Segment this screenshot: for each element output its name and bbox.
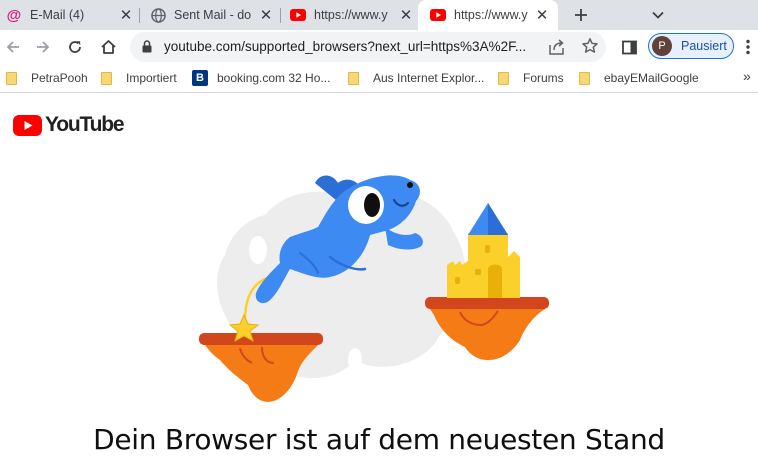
star-icon[interactable] xyxy=(581,37,599,60)
youtube-wordmark: YouTube xyxy=(45,113,125,136)
share-icon[interactable] xyxy=(548,38,566,61)
bookmark-label: booking.com 32 Ho... xyxy=(217,71,331,85)
folder-icon xyxy=(101,71,112,85)
folder-icon xyxy=(348,71,359,85)
url-text[interactable]: youtube.com/supported_browsers?next_url=… xyxy=(164,39,542,54)
close-icon[interactable]: ✕ xyxy=(398,7,414,24)
tab-separator xyxy=(139,8,140,23)
tab-title: https://www.y xyxy=(314,8,388,22)
tab-youtube-1[interactable]: https://www.y ✕ xyxy=(290,0,414,30)
cloud-highlight xyxy=(249,236,267,264)
castle-roof-shade xyxy=(488,203,508,235)
bookmark-label: Forums xyxy=(523,71,564,85)
tab-title: Sent Mail - do xyxy=(174,8,252,22)
booking-icon: B xyxy=(192,70,208,86)
svg-text:@: @ xyxy=(7,7,22,23)
profile-button[interactable]: P Pausiert xyxy=(648,33,734,59)
youtube-icon xyxy=(430,7,446,23)
side-panel-button[interactable] xyxy=(617,35,641,59)
bookmark-label: ebayEMailGoogle xyxy=(604,71,699,85)
new-tab-button[interactable] xyxy=(570,4,592,26)
chevron-double-right-icon[interactable]: » xyxy=(743,68,751,84)
right-island-top xyxy=(425,297,549,309)
chevron-down-icon xyxy=(652,11,664,19)
arrow-left-icon xyxy=(6,41,19,53)
left-island-top xyxy=(199,333,323,345)
arrow-right-icon xyxy=(37,41,50,53)
tab-title: https://www.y xyxy=(454,8,528,22)
close-icon[interactable]: ✕ xyxy=(118,7,134,24)
home-icon xyxy=(100,40,116,54)
forward-button[interactable] xyxy=(31,35,55,59)
bookmark-label: Importiert xyxy=(126,71,177,85)
youtube-icon xyxy=(290,7,306,23)
tab-email[interactable]: @ E-Mail (4) ✕ xyxy=(6,0,134,30)
lock-icon[interactable] xyxy=(142,40,152,58)
tab-strip: @ E-Mail (4) ✕ Sent Mail - do ✕ https://… xyxy=(0,0,758,30)
bookmark-label: PetraPooh xyxy=(31,71,88,85)
globe-icon xyxy=(150,7,166,23)
avatar: P xyxy=(652,36,672,56)
profile-status-label: Pausiert xyxy=(681,39,727,53)
folder-icon xyxy=(6,71,17,85)
home-button[interactable] xyxy=(96,35,120,59)
folder-icon xyxy=(579,71,590,85)
bookmark-petrapooh[interactable]: PetraPooh xyxy=(6,70,88,86)
more-vert-icon xyxy=(746,39,750,55)
reload-icon xyxy=(69,41,81,53)
close-icon[interactable]: ✕ xyxy=(534,7,550,24)
tab-search-button[interactable] xyxy=(647,4,669,26)
cloud-highlight xyxy=(348,348,362,372)
address-bar[interactable]: youtube.com/supported_browsers?next_url=… xyxy=(130,32,606,62)
bookmark-importiert[interactable]: Importiert xyxy=(101,70,177,86)
bookmark-ebay[interactable]: ebayEMailGoogle xyxy=(579,70,699,86)
reload-button[interactable] xyxy=(63,35,87,59)
bookmark-booking[interactable]: B booking.com 32 Ho... xyxy=(192,70,330,86)
page-headline: Dein Browser ist auf dem neuesten Stand xyxy=(93,423,665,456)
tab-separator xyxy=(280,8,281,23)
side-panel-icon xyxy=(621,40,637,54)
bookmark-internet-explorer[interactable]: Aus Internet Explor... xyxy=(348,70,484,86)
bookmarks-bar: PetraPooh Importiert B booking.com 32 Ho… xyxy=(0,64,758,93)
close-icon[interactable]: ✕ xyxy=(258,7,274,24)
bookmark-label: Aus Internet Explor... xyxy=(373,71,485,85)
youtube-play-icon xyxy=(13,114,42,136)
tab-youtube-active[interactable]: https://www.y ✕ xyxy=(418,0,558,30)
back-button[interactable] xyxy=(1,35,25,59)
supported-browser-illustration xyxy=(199,175,549,402)
tab-sent-mail[interactable]: Sent Mail - do ✕ xyxy=(150,0,274,30)
toolbar: youtube.com/supported_browsers?next_url=… xyxy=(0,30,758,64)
bookmark-forums[interactable]: Forums xyxy=(498,70,564,86)
tab-title: E-Mail (4) xyxy=(30,8,85,22)
at-sign-icon: @ xyxy=(6,7,22,23)
youtube-logo[interactable]: YouTube xyxy=(13,113,125,137)
folder-icon xyxy=(498,71,509,85)
menu-button[interactable] xyxy=(740,35,756,59)
plus-icon xyxy=(575,9,587,21)
